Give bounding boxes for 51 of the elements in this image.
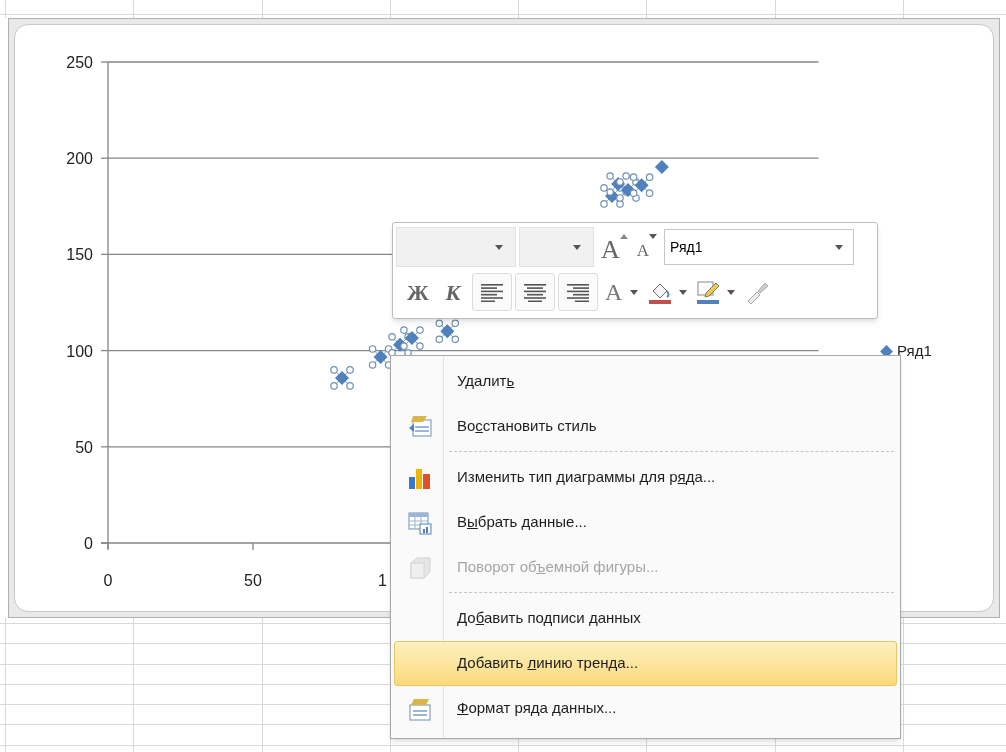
data-point[interactable] [330,366,354,390]
point [634,178,649,193]
align-center-button[interactable] [515,273,555,311]
y-tick-label: 100 [66,342,93,360]
data-point[interactable] [400,326,424,350]
align-right-icon [565,282,591,302]
menu-item[interactable]: Добавить подписи данных [394,596,897,641]
align-right-button[interactable] [558,273,598,311]
data-point[interactable] [654,160,669,175]
menu-item[interactable]: Удалить [394,359,897,404]
dropdown-arrow-icon [495,244,503,250]
x-tick-label: 0 [103,572,113,589]
cube-icon [407,554,433,581]
align-left-button[interactable] [472,273,512,311]
data-point[interactable] [435,319,460,344]
y-tick-label: 50 [75,438,93,456]
dropdown-arrow-icon [630,289,639,295]
grow-font-button[interactable]: A [597,230,624,264]
style-icon [407,413,433,440]
font-color-button[interactable]: A [601,275,643,309]
point [440,324,455,339]
series-name-dropdown[interactable]: Ряд1 [664,229,855,265]
align-center-icon [522,282,548,302]
x-tick-label: 1 [378,572,387,589]
up-caret-icon [619,234,628,239]
x-tick-label: 50 [244,572,262,589]
menu-item[interactable]: Изменить тип диаграммы для ряда... [394,455,897,500]
y-tick-label: 250 [66,54,93,71]
y-tick-label: 150 [66,246,93,264]
table-icon [407,509,433,536]
italic-button[interactable]: К [437,275,469,309]
y-tick-label: 200 [66,150,93,168]
shrink-font-button[interactable]: A [632,230,654,264]
dropdown-arrow-icon [727,289,736,295]
menu-item[interactable]: Восстановить стиль [394,404,897,449]
legend-label: Ряд1 [897,341,932,361]
menu-item[interactable]: Формат ряда данных... [394,686,897,731]
y-tick-label: 0 [84,535,93,552]
point [335,370,350,385]
align-left-icon [479,282,505,302]
data-point[interactable] [629,173,654,197]
dropdown-arrow-icon [835,244,844,250]
menu-item[interactable]: Добавить линию тренда... [394,641,897,686]
dropdown-arrow-icon [679,289,688,295]
point [373,349,388,364]
down-caret-icon [649,234,658,239]
legend-marker-icon [880,344,893,358]
bold-button[interactable]: Ж [402,275,434,309]
dropdown-arrow-icon [573,244,581,250]
point [404,331,419,346]
menu-item[interactable]: Выбрать данные... [394,500,897,545]
